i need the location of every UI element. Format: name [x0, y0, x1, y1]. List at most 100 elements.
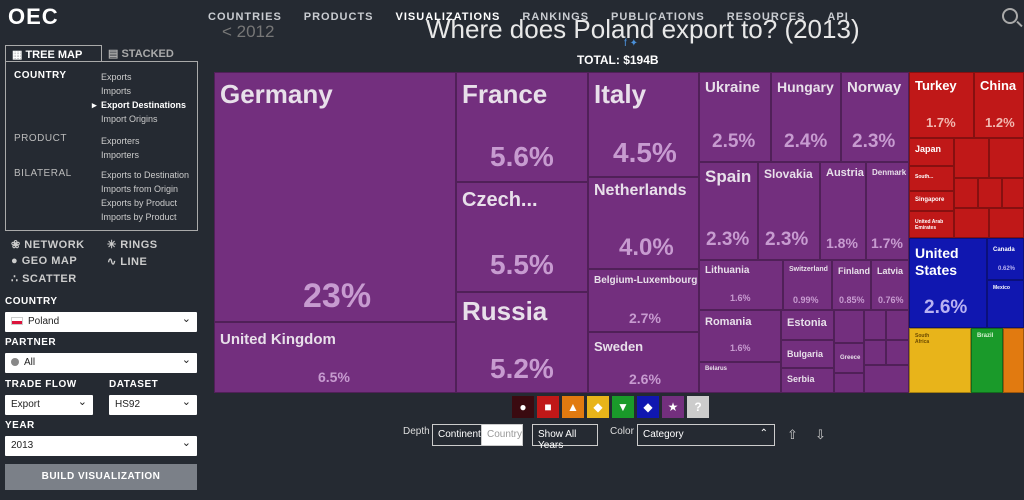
question-icon[interactable]: ? — [687, 396, 709, 418]
viz-geo-map[interactable]: ● GEO MAP — [11, 255, 77, 267]
twitter-icon[interactable]: ✦ — [630, 38, 638, 49]
dataset-select[interactable]: HS92 — [109, 395, 197, 415]
partner-select[interactable]: All — [5, 353, 197, 373]
color-select[interactable]: Category ⌃ — [637, 424, 775, 446]
treemap-cell[interactable]: Slovakia 2.3% — [758, 162, 820, 260]
tab-stacked[interactable]: ▤ STACKED — [102, 45, 199, 62]
menu-export-destinations[interactable]: Export Destinations — [92, 100, 186, 111]
treemap-cell[interactable]: Italy 4.5% — [588, 72, 699, 177]
africa-icon[interactable]: ◆ — [587, 396, 609, 418]
treemap-cell[interactable]: Latvia 0.76% — [871, 260, 909, 310]
trade-flow-select[interactable]: Export — [5, 395, 93, 415]
treemap-cell[interactable]: Turkey 1.7% — [909, 72, 974, 138]
download-icon[interactable]: ⇩ — [815, 427, 826, 443]
treemap-cell[interactable]: Spain 2.3% — [699, 162, 758, 260]
treemap-cell[interactable]: Japan — [909, 138, 954, 166]
cell-label: Finland — [838, 266, 870, 276]
menu-exports-by-product[interactable]: Exports by Product — [101, 198, 177, 208]
treemap-cell[interactable]: China 1.2% — [974, 72, 1024, 138]
viz-geo-map-label: GEO MAP — [21, 255, 78, 267]
year-select[interactable]: 2013 — [5, 436, 197, 456]
treemap-cell[interactable]: Norway 2.3% — [841, 72, 909, 162]
menu-exports-to-destination[interactable]: Exports to Destination — [101, 170, 189, 180]
unknown-region-icon[interactable]: ● — [512, 396, 534, 418]
menu-import-origins[interactable]: Import Origins — [101, 114, 158, 124]
treemap-cell[interactable]: Germany 23% — [214, 72, 456, 322]
treemap-cell[interactable]: Belarus — [699, 362, 781, 393]
viz-scatter[interactable]: ∴ SCATTER — [11, 272, 77, 285]
treemap-cell[interactable]: Estonia — [781, 310, 834, 340]
previous-year-link[interactable]: < 2012 — [222, 22, 274, 42]
share-icons[interactable]: f ✦ — [624, 38, 638, 49]
oceania-icon[interactable]: ▲ — [562, 396, 584, 418]
depth-country-button[interactable]: Country — [481, 424, 523, 446]
treemap-cell[interactable]: South... — [909, 166, 954, 191]
cell-percent: 2.3% — [706, 229, 750, 250]
treemap-cell[interactable]: Lithuania 1.6% — [699, 260, 783, 310]
tab-tree-map[interactable]: ▦ TREE MAP — [5, 45, 102, 62]
menu-imports[interactable]: Imports — [101, 86, 131, 96]
cell-label: Russia — [462, 296, 548, 326]
sidebar: ▦ TREE MAP ▤ STACKED COUNTRY Exports Imp… — [0, 36, 205, 500]
section-bilateral-label: BILATERAL — [14, 168, 72, 179]
viz-rings[interactable]: ✳ RINGS — [107, 238, 158, 251]
treemap-cell[interactable]: Finland 0.85% — [832, 260, 871, 310]
north-america-icon[interactable]: ◆ — [637, 396, 659, 418]
menu-exporters[interactable]: Exporters — [101, 136, 140, 146]
treemap-cell[interactable]: United Arab Emirates — [909, 211, 954, 238]
tab-stacked-label: STACKED — [121, 48, 174, 60]
menu-imports-from-origin[interactable]: Imports from Origin — [101, 184, 178, 194]
treemap-cell[interactable]: Romania 1.6% — [699, 310, 781, 362]
menu-imports-by-product[interactable]: Imports by Product — [101, 212, 177, 222]
viz-network[interactable]: ❀ NETWORK — [11, 238, 85, 251]
menu-exports[interactable]: Exports — [101, 72, 132, 82]
country-select[interactable]: Poland — [5, 312, 197, 332]
treemap-cell[interactable]: Mexico — [987, 280, 1024, 328]
treemap-cell[interactable]: Bulgaria — [781, 340, 834, 368]
cell-label: South... — [915, 174, 934, 180]
treemap-cell[interactable]: Czech... 5.5% — [456, 182, 588, 292]
globe-icon — [11, 358, 19, 367]
cell-label: France — [462, 79, 548, 109]
treemap-cell[interactable]: Serbia — [781, 368, 834, 393]
cell-label: Lithuania — [705, 265, 750, 276]
treemap-cell[interactable]: Canada 0.62% — [987, 238, 1024, 280]
treemap-cell[interactable]: Switzerland 0.99% — [783, 260, 832, 310]
treemap-cell[interactable]: Hungary 2.4% — [771, 72, 841, 162]
depth-continent-button[interactable]: Continent — [432, 424, 482, 446]
cell-label: United Kingdom — [220, 331, 336, 348]
treemap-cell[interactable]: Denmark 1.7% — [866, 162, 909, 260]
share-icon[interactable]: ⇧ — [787, 427, 798, 443]
cell-percent: 0.62% — [998, 266, 1016, 272]
treemap-cell[interactable]: United Kingdom 6.5% — [214, 322, 456, 393]
cell-label: Germany — [220, 79, 333, 109]
viz-line[interactable]: ∿ LINE — [107, 255, 147, 268]
search-icon[interactable] — [1002, 8, 1018, 24]
menu-importers[interactable]: Importers — [101, 150, 139, 160]
nav-products[interactable]: PRODUCTS — [304, 11, 374, 23]
treemap-cell — [1003, 328, 1024, 393]
south-america-icon[interactable]: ▼ — [612, 396, 634, 418]
treemap-cell[interactable]: Belgium-Luxembourg 2.7% — [588, 269, 699, 332]
build-visualization-button[interactable]: BUILD VISUALIZATION — [5, 464, 197, 490]
year-value: 2013 — [11, 440, 34, 451]
section-product-label: PRODUCT — [14, 133, 67, 144]
show-all-years-button[interactable]: Show All Years — [532, 424, 598, 451]
treemap-cell[interactable]: Austria 1.8% — [820, 162, 866, 260]
treemap-cell[interactable]: Russia 5.2% — [456, 292, 588, 393]
country-label: COUNTRY — [5, 296, 58, 307]
treemap-cell[interactable]: Sweden 2.6% — [588, 332, 699, 393]
europe-icon[interactable]: ★ — [662, 396, 684, 418]
treemap-cell[interactable]: Greece — [834, 343, 864, 373]
facebook-icon[interactable]: f — [624, 38, 627, 49]
treemap-cell[interactable]: South Africa — [909, 328, 971, 393]
treemap-cell[interactable]: United States 2.6% — [909, 238, 987, 328]
treemap-cell[interactable]: Brazil — [971, 328, 1003, 393]
oec-logo[interactable]: OEC — [8, 4, 59, 30]
treemap-cell[interactable]: Netherlands 4.0% — [588, 177, 699, 269]
treemap-cell[interactable]: Singapore — [909, 191, 954, 211]
cell-percent: 2.5% — [712, 131, 756, 152]
asia-icon[interactable]: ■ — [537, 396, 559, 418]
treemap-cell[interactable]: France 5.6% — [456, 72, 588, 182]
treemap-cell[interactable]: Ukraine 2.5% — [699, 72, 771, 162]
